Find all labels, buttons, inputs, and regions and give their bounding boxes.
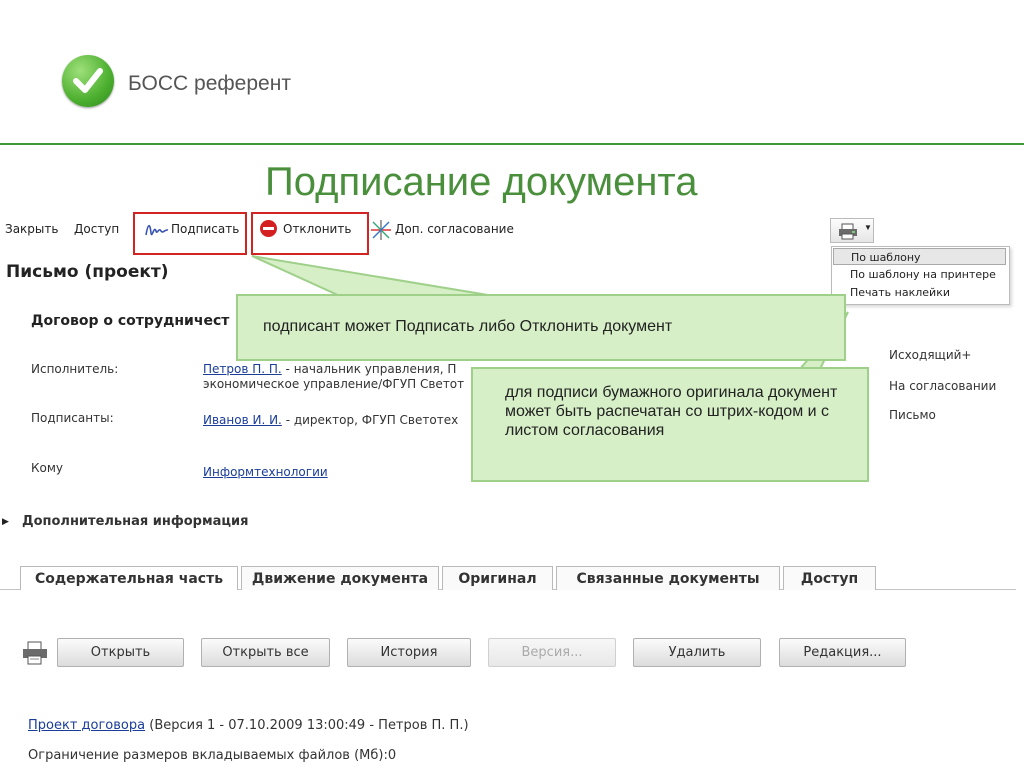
- version-button[interactable]: Версия...: [488, 638, 616, 667]
- sign-callout-text: подписант может Подписать либо Отклонить…: [263, 318, 673, 335]
- print-callout: для подписи бумажного оригинала документ…: [471, 367, 869, 482]
- tab-original[interactable]: Оригинал: [442, 566, 553, 590]
- tab-access[interactable]: Доступ: [783, 566, 876, 590]
- attachment-link[interactable]: Проект договора: [28, 718, 145, 733]
- sign-callout: подписант может Подписать либо Отклонить…: [236, 294, 846, 361]
- file-size-limit: Ограничение размеров вкладываемых файлов…: [28, 748, 397, 763]
- tab-document-flow[interactable]: Движение документа: [241, 566, 439, 590]
- open-button[interactable]: Открыть: [57, 638, 184, 667]
- print-callout-text: для подписи бумажного оригинала документ…: [505, 384, 838, 439]
- printer-icon[interactable]: [22, 641, 48, 670]
- history-button[interactable]: История: [347, 638, 471, 667]
- edit-button[interactable]: Редакция...: [779, 638, 906, 667]
- tab-related-documents[interactable]: Связанные документы: [556, 566, 780, 590]
- delete-button[interactable]: Удалить: [633, 638, 761, 667]
- attachment-version: (Версия 1 - 07.10.2009 13:00:49 - Петров…: [145, 718, 469, 733]
- attachment-row: Проект договора (Версия 1 - 07.10.2009 1…: [28, 718, 469, 733]
- tab-content[interactable]: Содержательная часть: [20, 566, 238, 590]
- open-all-button[interactable]: Открыть все: [201, 638, 330, 667]
